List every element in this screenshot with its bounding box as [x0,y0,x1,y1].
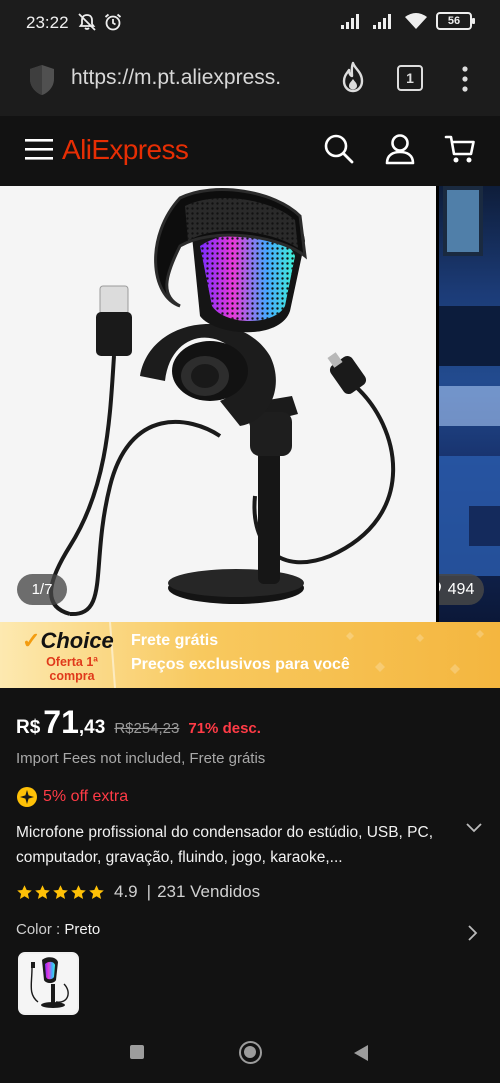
battery-icon: 56 [436,12,475,30]
choice-free-shipping: Frete grátis [131,632,219,649]
star-icon [71,884,86,899]
price-currency: R$ [16,717,41,738]
flame-icon[interactable] [339,61,367,93]
original-price: R$254,23 [114,720,180,737]
choice-logo: ✓Choice [22,628,114,654]
color-selector-row[interactable]: Color : Preto [16,921,100,938]
extra-discount-text: 5% off extra [43,788,129,805]
color-value: Preto [64,921,101,938]
aliexpress-logo[interactable]: AliExpress [62,134,189,166]
system-nav-bar [0,1023,500,1083]
image-counter: 1/7 [17,574,67,605]
cart-icon[interactable] [444,133,476,165]
price-row: R$ 71 ,43 R$254,23 71% desc. [16,704,261,741]
product-image[interactable]: 1/7 [0,186,436,622]
product-title[interactable]: Microfone profissional do condensador do… [16,820,446,870]
wifi-icon [405,13,427,29]
star-icon [35,884,50,899]
status-icons-left [77,12,123,32]
choice-first-purchase: Oferta 1ª compra [46,655,98,683]
star-icon [89,884,104,899]
status-bar: 23:22 56 [0,0,500,46]
next-image-preview [439,186,500,576]
shield-icon[interactable] [27,63,57,97]
rating-separator: | [146,882,152,901]
signal-icon [373,14,391,29]
swatch-thumbnail [30,957,69,1008]
color-label: Color : [16,921,65,938]
rating-row[interactable]: 4.9 | 231 Vendidos [16,882,260,902]
choice-exclusive-prices: Preços exclusivos para você [131,656,350,673]
color-swatch-preto[interactable] [18,952,79,1015]
alarm-icon [104,13,122,31]
star-icon [53,884,68,899]
sold-count: 231 Vendidos [157,882,261,901]
url-field[interactable]: https://m.pt.aliexpress. [71,66,301,90]
signal-icon [341,14,359,29]
discount-badge: 71% desc. [188,720,261,737]
recents-button[interactable] [130,1045,144,1059]
user-icon[interactable] [385,133,415,165]
price-integer: 71 [43,704,79,740]
more-options-icon[interactable] [460,64,470,94]
mute-icon [78,13,96,31]
menu-icon[interactable] [25,137,53,161]
price-decimal: ,43 [78,717,106,738]
tabs-count-button[interactable]: 1 [397,65,423,91]
chevron-down-icon[interactable] [465,822,483,834]
microphone-illustration [49,188,396,617]
back-icon[interactable] [353,1044,369,1062]
coupon-star-icon [17,787,37,807]
choice-banner[interactable]: ✓Choice Oferta 1ª compra Frete grátis Pr… [0,622,500,688]
choice-logo-text: Choice [40,628,114,653]
favorite-count: 494 [447,580,475,598]
fees-note: Import Fees not included, Frete grátis [16,750,266,767]
favorite-button[interactable]: 494 [439,574,484,605]
extra-discount-row[interactable]: 5% off extra [16,786,128,808]
next-product-image[interactable]: 494 [439,186,500,622]
rating-stars [16,884,105,901]
status-icons-right: 56 [340,12,475,30]
star-icon [17,884,32,899]
status-time: 23:22 [26,13,69,32]
check-icon: ✓ [22,628,41,653]
heart-icon [439,582,441,591]
chevron-right-icon[interactable] [466,924,478,942]
browser-toolbar: https://m.pt.aliexpress. 1 [0,46,500,116]
search-icon[interactable] [323,133,355,165]
rating-value: 4.9 [114,882,138,901]
product-details: R$ 71 ,43 R$254,23 71% desc. Import Fees… [0,688,500,1023]
product-gallery[interactable]: 1/7 494 [0,186,500,622]
site-header: AliExpress [0,116,500,186]
home-button[interactable] [239,1041,262,1064]
